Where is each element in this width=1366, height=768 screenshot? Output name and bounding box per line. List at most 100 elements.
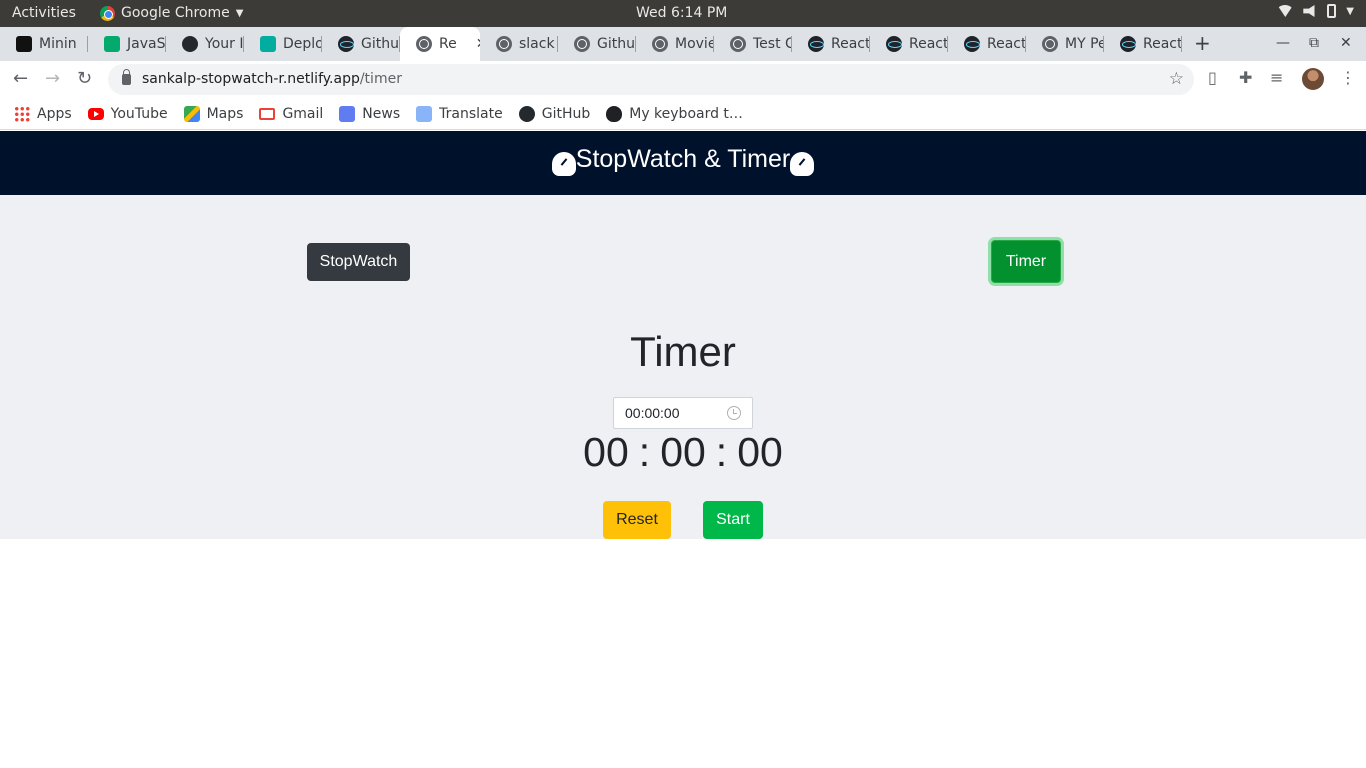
tab-title: JavaS [127, 36, 166, 52]
bookmark-item[interactable]: YouTube [87, 106, 168, 122]
react-icon [1120, 36, 1136, 52]
back-arrow-icon[interactable]: ← [13, 68, 28, 89]
caret-down-icon: ▼ [1346, 5, 1354, 17]
menu-kebab-icon[interactable]: ⋮ [1340, 68, 1356, 87]
tab[interactable]: Minin [0, 27, 88, 61]
github-icon [518, 105, 535, 122]
app-menu-label: Google Chrome [121, 5, 230, 21]
clock-icon[interactable] [727, 406, 741, 420]
reset-button[interactable]: Reset [603, 501, 671, 539]
bookmark-item[interactable]: GitHub [518, 105, 591, 122]
bookmark-item[interactable]: Translate [416, 105, 503, 122]
github-icon [182, 36, 198, 52]
lock-icon [122, 69, 131, 85]
bookmark-label: GitHub [541, 105, 591, 122]
tab-title: Test C [753, 36, 792, 52]
timer-display: 00:00:00 [0, 429, 1366, 476]
tab-title: Deplo [283, 36, 322, 52]
address-bar[interactable]: sankalp-stopwatch-r.netlify.app/timer ☆ [108, 64, 1194, 95]
url-host: sankalp-stopwatch-r.netlify.app [142, 71, 360, 87]
timer-nav-button[interactable]: Timer [991, 240, 1061, 283]
bookmark-item[interactable]: Maps [183, 105, 244, 122]
tab[interactable]: Githu [322, 27, 400, 61]
section-title: Timer [630, 328, 736, 375]
react-icon [808, 36, 824, 52]
tab[interactable]: React [1104, 27, 1182, 61]
profile-avatar[interactable] [1302, 68, 1324, 90]
bookmark-item[interactable]: My keyboard t… [606, 105, 743, 122]
tab-divider [1181, 36, 1182, 52]
bookmark-label: Apps [37, 105, 72, 122]
tab-title: Githu [597, 36, 635, 52]
app-body: StopWatch Timer Timer 00:00:00 00:00:00 … [0, 195, 1366, 539]
tab[interactable]: Test C [714, 27, 792, 61]
translate-icon [416, 105, 433, 122]
bookmark-star-icon[interactable]: ☆ [1169, 69, 1184, 89]
tab[interactable]: React [792, 27, 870, 61]
tab-title: Movie [675, 36, 714, 52]
tab-title: Re [439, 36, 457, 52]
restore-icon[interactable]: ⧉ [1309, 35, 1319, 51]
stopwatch-nav-button[interactable]: StopWatch [307, 243, 410, 281]
extensions-puzzle-icon[interactable]: ✚ [1239, 68, 1252, 87]
bookmarks-bar: Apps YouTube Maps Gmail News Translate GitHub M… [0, 98, 1366, 130]
react-icon [964, 36, 980, 52]
tab-active[interactable]: Re✕ [400, 27, 480, 61]
tab[interactable]: React [870, 27, 948, 61]
time-input[interactable]: 00:00:00 [613, 397, 753, 429]
minutes-digits: 00 [660, 429, 706, 475]
start-button[interactable]: Start [703, 501, 763, 539]
globe-icon [1042, 36, 1058, 52]
maps-icon [183, 105, 200, 122]
time-input-value: 00:00:00 [625, 405, 680, 421]
reload-icon[interactable]: ↻ [77, 68, 92, 89]
system-tray[interactable]: ▼ [1277, 4, 1354, 18]
tab[interactable]: JavaS [88, 27, 166, 61]
tab[interactable]: Movie [636, 27, 714, 61]
tab-title: React [909, 36, 948, 52]
battery-icon [1327, 4, 1337, 18]
tab[interactable]: slack [480, 27, 558, 61]
bookmark-item[interactable]: Apps [14, 105, 72, 122]
bookmark-item[interactable]: News [339, 105, 400, 122]
tab[interactable]: React [948, 27, 1026, 61]
bookmark-label: Maps [206, 105, 244, 122]
globe-icon [730, 36, 746, 52]
tab[interactable]: MY Pe [1026, 27, 1104, 61]
tab[interactable]: Githu [558, 27, 636, 61]
youtube-icon [87, 107, 104, 120]
url-text: sankalp-stopwatch-r.netlify.app/timer [142, 71, 402, 87]
bookmark-label: Gmail [282, 105, 324, 122]
globe-icon [574, 36, 590, 52]
app-menu[interactable]: Google Chrome ▼ [100, 5, 243, 21]
globe-icon [496, 36, 512, 52]
caret-down-icon: ▼ [235, 7, 244, 19]
time-separator: : [638, 429, 651, 475]
tab-title: React [831, 36, 870, 52]
w3-icon [104, 36, 120, 52]
tab-title: Your I [205, 36, 244, 52]
forward-arrow-icon[interactable]: → [45, 68, 60, 89]
news-icon [339, 105, 356, 122]
minimize-icon[interactable]: — [1276, 35, 1290, 51]
globe-icon [652, 36, 668, 52]
new-tab-button[interactable]: + [1194, 31, 1211, 55]
react-icon [338, 36, 354, 52]
tab-title: Githu [361, 36, 399, 52]
volume-icon [1303, 5, 1315, 17]
close-window-icon[interactable]: ✕ [1340, 35, 1352, 51]
notion-icon [16, 36, 32, 52]
tab-title: slack [519, 36, 555, 52]
react-icon [886, 36, 902, 52]
bookmark-item[interactable]: Gmail [259, 106, 323, 122]
speedometer-icon [551, 152, 576, 176]
activities-button[interactable]: Activities [12, 5, 76, 21]
tab[interactable]: Your I [166, 27, 244, 61]
reader-icon[interactable]: ▯ [1208, 68, 1217, 87]
url-path: /timer [359, 71, 402, 87]
hours-digits: 00 [583, 429, 629, 475]
netlify-icon [260, 36, 276, 52]
system-clock[interactable]: Wed 6:14 PM [636, 5, 727, 21]
tab[interactable]: Deplo [244, 27, 322, 61]
media-queue-icon[interactable]: ≡ [1270, 68, 1283, 87]
